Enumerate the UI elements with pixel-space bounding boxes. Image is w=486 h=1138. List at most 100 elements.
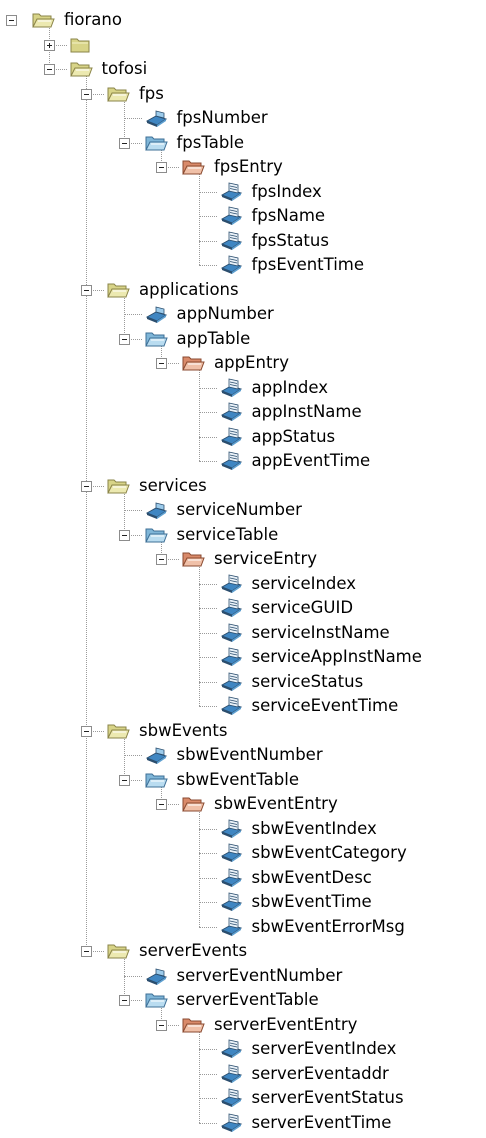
collapse-toggle-minus-icon[interactable] — [6, 15, 17, 26]
tree-node-sbwEventTime[interactable]: sbwEventTime — [219, 890, 486, 914]
column-leaf-icon — [219, 695, 243, 717]
tree-node-fpsNumber[interactable]: fpsNumber — [144, 106, 486, 130]
tree-node-sbwEventEntry[interactable]: sbwEventEntry — [181, 792, 486, 816]
tree-connector-vertical — [124, 492, 125, 535]
tree-node-label: sbwEventEntry — [214, 792, 338, 816]
tree-node-fpsEntry[interactable]: fpsEntry — [181, 155, 486, 179]
tree-node-serverEventEntry[interactable]: serverEventEntry — [181, 1013, 486, 1037]
table-folder-icon — [144, 524, 168, 546]
tree-node-label: fps — [139, 82, 164, 106]
tree-node-unnamed[interactable] — [69, 33, 486, 57]
tree-connector-horizontal — [199, 853, 217, 854]
tree-node-serverEventNumber[interactable]: serverEventNumber — [144, 964, 486, 988]
collapse-toggle-minus-icon[interactable] — [81, 285, 92, 296]
tree-node-label: serviceStatus — [252, 670, 364, 694]
collapse-toggle-minus-icon[interactable] — [44, 64, 55, 75]
tree-node-label: serverEventTime — [252, 1111, 392, 1135]
table-folder-icon — [144, 989, 168, 1011]
collapse-toggle-minus-icon[interactable] — [119, 530, 130, 541]
column-leaf-icon — [219, 597, 243, 619]
tree-node-label: serviceGUID — [252, 596, 354, 620]
tree-node-fpsIndex[interactable]: fpsIndex — [219, 180, 486, 204]
tree-node-appIndex[interactable]: appIndex — [219, 376, 486, 400]
tree-node-fpsTable[interactable]: fpsTable — [144, 131, 486, 155]
column-leaf-icon — [219, 916, 243, 938]
tree-node-label: serviceNumber — [177, 498, 302, 522]
folder-open-icon — [106, 83, 130, 105]
tree-connector-horizontal — [199, 682, 217, 683]
tree-node-label: serverEvents — [139, 939, 247, 963]
tree-connector-horizontal — [199, 388, 217, 389]
tree-connector-horizontal — [199, 437, 217, 438]
tree-node-appInstName[interactable]: appInstName — [219, 400, 486, 424]
tree-node-label: appInstName — [252, 400, 362, 424]
tree-node-fpsName[interactable]: fpsName — [219, 204, 486, 228]
tree-connector-vertical — [199, 810, 200, 927]
collapse-toggle-minus-icon[interactable] — [81, 726, 92, 737]
tree-node-sbwEventDesc[interactable]: sbwEventDesc — [219, 866, 486, 890]
tree-node-appEntry[interactable]: appEntry — [181, 351, 486, 375]
column-leaf-icon — [219, 1038, 243, 1060]
tree-node-fpsEventTime[interactable]: fpsEventTime — [219, 253, 486, 277]
tree-node-serviceIndex[interactable]: serviceIndex — [219, 572, 486, 596]
collapse-toggle-minus-icon[interactable] — [119, 775, 130, 786]
tree-node-sbwEventErrorMsg[interactable]: sbwEventErrorMsg — [219, 915, 486, 939]
collapse-toggle-minus-icon[interactable] — [156, 162, 167, 173]
tree-node-serviceEntry[interactable]: serviceEntry — [181, 547, 486, 571]
tree-node-tofosi[interactable]: tofosi — [69, 57, 486, 81]
tree-node-sbwEventIndex[interactable]: sbwEventIndex — [219, 817, 486, 841]
tree-connector-horizontal — [124, 118, 142, 119]
collapse-toggle-minus-icon[interactable] — [81, 89, 92, 100]
tree-node-serverEvents[interactable]: serverEvents — [106, 939, 486, 963]
tree-node-label: sbwEventTime — [252, 890, 372, 914]
tree-node-label: sbwEventIndex — [252, 817, 377, 841]
tree-node-applications[interactable]: applications — [106, 278, 486, 302]
collapse-toggle-minus-icon[interactable] — [119, 334, 130, 345]
tree-node-fps[interactable]: fps — [106, 82, 486, 106]
tree-node-serverEventTime[interactable]: serverEventTime — [219, 1111, 486, 1135]
tree-node-fpsStatus[interactable]: fpsStatus — [219, 229, 486, 253]
tree-node-serverEventIndex[interactable]: serverEventIndex — [219, 1037, 486, 1061]
tree-node-appNumber[interactable]: appNumber — [144, 302, 486, 326]
tree-node-serviceNumber[interactable]: serviceNumber — [144, 498, 486, 522]
tree-node-label: sbwEventNumber — [177, 743, 323, 767]
tree-node-serverEventaddr[interactable]: serverEventaddr — [219, 1062, 486, 1086]
tree-connector-vertical — [124, 957, 125, 1000]
collapse-toggle-minus-icon[interactable] — [81, 481, 92, 492]
tree-node-sbwEventTable[interactable]: sbwEventTable — [144, 768, 486, 792]
tree-node-label: serverEventEntry — [214, 1013, 357, 1037]
tree-node-services[interactable]: services — [106, 474, 486, 498]
tree-node-appEventTime[interactable]: appEventTime — [219, 449, 486, 473]
tree-node-serviceInstName[interactable]: serviceInstName — [219, 621, 486, 645]
collapse-toggle-minus-icon[interactable] — [156, 358, 167, 369]
tree-node-serviceStatus[interactable]: serviceStatus — [219, 670, 486, 694]
tree-node-label: fpsName — [252, 204, 326, 228]
tree-node-sbwEventCategory[interactable]: sbwEventCategory — [219, 841, 486, 865]
tree-node-serverEventTable[interactable]: serverEventTable — [144, 988, 486, 1012]
tree-node-fiorano[interactable]: fiorano — [31, 8, 486, 32]
tree-node-serviceAppInstName[interactable]: serviceAppInstName — [219, 645, 486, 669]
collapse-toggle-minus-icon[interactable] — [156, 799, 167, 810]
tree-node-sbwEvents[interactable]: sbwEvents — [106, 719, 486, 743]
collapse-toggle-minus-icon[interactable] — [119, 995, 130, 1006]
tree-node-label: applications — [139, 278, 239, 302]
tree-node-appStatus[interactable]: appStatus — [219, 425, 486, 449]
tree-connector-vertical — [124, 737, 125, 780]
tree-connector-horizontal — [124, 976, 142, 977]
tree-node-appTable[interactable]: appTable — [144, 327, 486, 351]
scalar-leaf-icon — [144, 965, 168, 987]
tree-node-serviceEventTime[interactable]: serviceEventTime — [219, 694, 486, 718]
tree-connector-horizontal — [199, 633, 217, 634]
tree-node-serviceGUID[interactable]: serviceGUID — [219, 596, 486, 620]
tree-node-serverEventStatus[interactable]: serverEventStatus — [219, 1086, 486, 1110]
expand-toggle-plus-icon[interactable] — [44, 40, 55, 51]
tree-connector-horizontal — [199, 241, 217, 242]
collapse-toggle-minus-icon[interactable] — [156, 1020, 167, 1031]
tree-node-label: sbwEventTable — [177, 768, 300, 792]
collapse-toggle-minus-icon[interactable] — [81, 946, 92, 957]
tree-node-serviceTable[interactable]: serviceTable — [144, 523, 486, 547]
tree-connector-vertical — [199, 565, 200, 706]
collapse-toggle-minus-icon[interactable] — [119, 138, 130, 149]
tree-node-sbwEventNumber[interactable]: sbwEventNumber — [144, 743, 486, 767]
collapse-toggle-minus-icon[interactable] — [156, 554, 167, 565]
